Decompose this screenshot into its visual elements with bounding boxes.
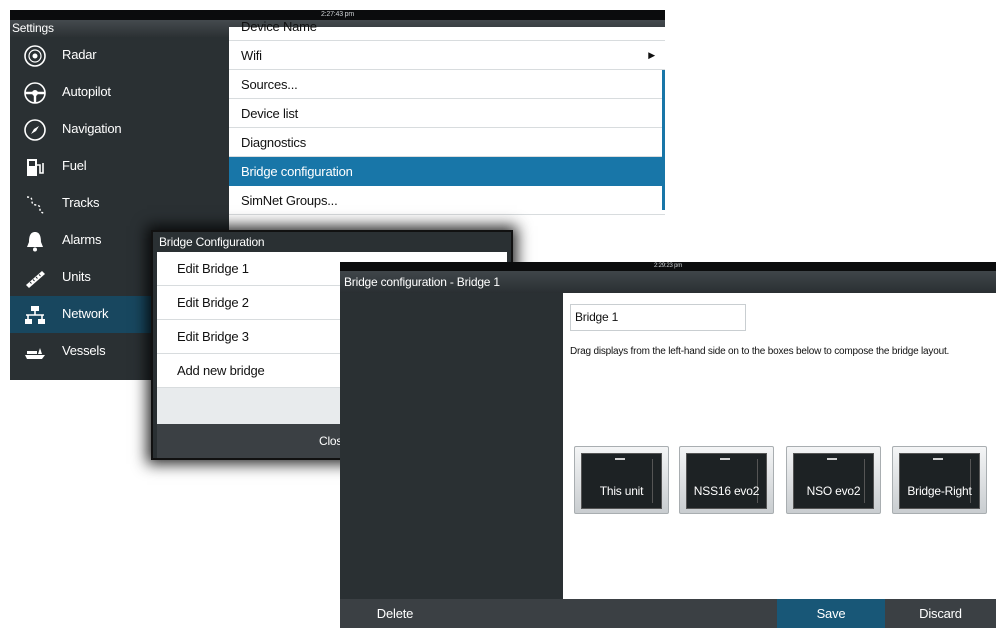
menu-scrollbar[interactable] — [662, 70, 665, 210]
bridge-name-field[interactable]: Bridge 1 — [570, 304, 746, 331]
sidebar-item-label: Navigation — [62, 121, 122, 136]
dialog-title: Bridge Configuration — [153, 232, 511, 252]
sidebar-item-label: Tracks — [62, 195, 100, 210]
display-label: Bridge-Right — [907, 484, 972, 498]
sidebar-item-label: Network — [62, 306, 109, 321]
instruction-text: Drag displays from the left-hand side on… — [570, 346, 950, 357]
bridge-footer: Delete Save Discard — [340, 599, 996, 628]
menu-item-wifi[interactable]: Wifi ▶ — [229, 41, 665, 70]
display-label: NSO evo2 — [806, 484, 861, 498]
sidebar-item-radar[interactable]: Radar — [10, 37, 229, 74]
display-screen — [581, 453, 662, 509]
navigation-icon — [24, 119, 46, 141]
display-screen — [899, 453, 980, 509]
menu-item-label: Wifi — [241, 48, 262, 63]
bridge-window-title: Bridge configuration - Bridge 1 — [340, 271, 996, 293]
tracks-icon — [26, 196, 45, 214]
display-label: This unit — [599, 484, 644, 498]
bridge-layout-panel: Bridge 1 Drag displays from the left-han… — [563, 293, 996, 599]
display-slot-nso-evo2[interactable]: NSO evo2 — [786, 446, 881, 514]
network-icon — [25, 306, 45, 324]
display-slot-bridge-right[interactable]: Bridge-Right — [892, 446, 987, 514]
bridge-config-window: 2:29:23 pm Bridge configuration - Bridge… — [340, 262, 996, 628]
display-slot-nss16-evo2[interactable]: NSS16 evo2 — [679, 446, 774, 514]
menu-item-sources[interactable]: Sources... — [229, 70, 665, 99]
units-icon — [26, 271, 45, 288]
available-displays-panel — [340, 293, 563, 599]
menu-item-diagnostics[interactable]: Diagnostics — [229, 128, 665, 157]
sidebar-item-label: Autopilot — [62, 84, 111, 99]
delete-button[interactable]: Delete — [340, 599, 450, 628]
sidebar-item-tracks[interactable]: Tracks — [10, 185, 229, 222]
sidebar-item-label: Units — [62, 269, 91, 284]
autopilot-icon — [24, 82, 46, 104]
sidebar-item-navigation[interactable]: Navigation — [10, 111, 229, 148]
sidebar-item-label: Radar — [62, 47, 97, 62]
sidebar-item-label: Fuel — [62, 158, 87, 173]
sidebar-item-autopilot[interactable]: Autopilot — [10, 74, 229, 111]
alarms-icon — [27, 232, 43, 252]
radar-icon — [24, 45, 46, 67]
save-button[interactable]: Save — [777, 599, 885, 628]
menu-item-bridge-configuration[interactable]: Bridge configuration — [229, 157, 665, 186]
display-screen — [793, 453, 874, 509]
sidebar-item-fuel[interactable]: Fuel — [10, 148, 229, 185]
discard-button[interactable]: Discard — [885, 599, 996, 628]
status-time: 2:29:23 pm — [340, 262, 996, 271]
chevron-right-icon: ▶ — [648, 50, 655, 60]
fuel-icon — [27, 159, 44, 176]
menu-item-simnet-groups[interactable]: SimNet Groups... — [229, 186, 665, 215]
display-label: NSS16 evo2 — [693, 484, 760, 498]
sidebar-item-label: Alarms — [62, 232, 102, 247]
menu-item-device-list[interactable]: Device list — [229, 99, 665, 128]
sidebar-item-label: Vessels — [62, 343, 106, 358]
vessels-icon — [25, 348, 45, 359]
menu-item-device-name[interactable]: Device Name — [229, 12, 665, 41]
display-screen — [686, 453, 767, 509]
display-slot-this-unit[interactable]: This unit — [574, 446, 669, 514]
